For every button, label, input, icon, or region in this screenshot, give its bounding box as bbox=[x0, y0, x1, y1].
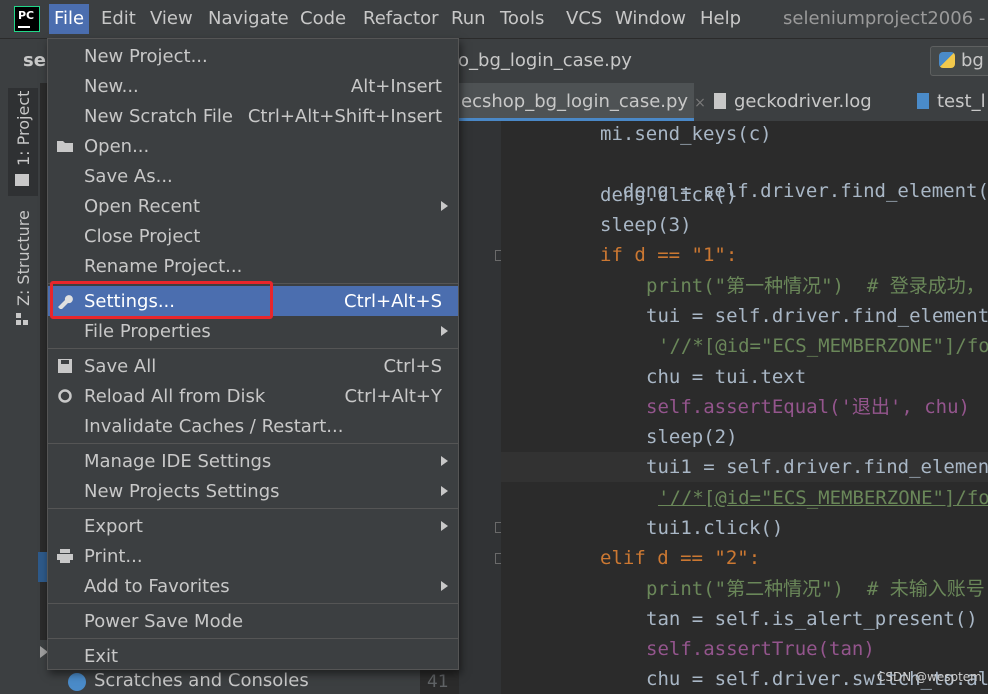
submenu-arrow-icon bbox=[441, 456, 448, 466]
submenu-arrow-icon bbox=[441, 201, 448, 211]
menu-navigate[interactable]: Navigate bbox=[208, 8, 289, 30]
menu-item-rename-project[interactable]: Rename Project... bbox=[48, 251, 458, 281]
menu-item-save-all[interactable]: Save All Ctrl+S bbox=[48, 351, 458, 381]
save-icon bbox=[58, 359, 72, 373]
tab-label: ecshop_bg_login_case.py bbox=[461, 91, 689, 112]
editor-gutter bbox=[459, 121, 501, 694]
menu-item-exit[interactable]: Exit bbox=[48, 641, 458, 671]
menu-refactor[interactable]: Refactor bbox=[363, 8, 439, 30]
watermark: CSDN @wesptem bbox=[877, 670, 982, 684]
python-file-icon bbox=[917, 93, 929, 109]
tab-geckodriver-log[interactable]: geckodriver.log bbox=[714, 83, 872, 121]
menu-file[interactable]: File bbox=[49, 4, 90, 34]
code-line: deng.click() bbox=[600, 184, 738, 206]
tool-window-structure-label[interactable]: Z: Structure bbox=[14, 210, 33, 306]
scratches-icon bbox=[68, 673, 86, 691]
close-icon[interactable]: × bbox=[694, 95, 706, 111]
menu-item-new-scratch-file[interactable]: New Scratch File Ctrl+Alt+Shift+Insert bbox=[48, 101, 458, 131]
main-menubar: PC File Edit View Navigate Code Refactor… bbox=[0, 0, 988, 39]
folder-icon bbox=[15, 174, 29, 186]
code-line: sleep(2) bbox=[646, 426, 738, 448]
tab-label: geckodriver.log bbox=[734, 91, 872, 112]
menu-item-new-project[interactable]: New Project... bbox=[48, 41, 458, 71]
menu-separator bbox=[48, 348, 458, 349]
menu-item-open-recent[interactable]: Open Recent bbox=[48, 191, 458, 221]
menu-window[interactable]: Window bbox=[615, 8, 686, 30]
file-menu-dropdown: New Project... New... Alt+Insert New Scr… bbox=[47, 38, 459, 670]
menu-item-reload-all[interactable]: Reload All from Disk Ctrl+Alt+Y bbox=[48, 381, 458, 411]
menu-item-new[interactable]: New... Alt+Insert bbox=[48, 71, 458, 101]
menu-code[interactable]: Code bbox=[300, 8, 346, 30]
code-line: tui1.click() bbox=[646, 517, 784, 539]
print-icon bbox=[57, 549, 73, 563]
menu-separator bbox=[48, 443, 458, 444]
code-line: tui = self.driver.find_element bbox=[646, 305, 988, 327]
menu-item-power-save-mode[interactable]: Power Save Mode bbox=[48, 606, 458, 636]
code-line: tui1 = self.driver.find_elemen bbox=[646, 456, 988, 478]
python-icon bbox=[939, 52, 955, 68]
structure-icon bbox=[16, 313, 28, 325]
menu-run[interactable]: Run bbox=[451, 8, 486, 30]
code-line: sleep(3) bbox=[600, 214, 692, 236]
code-line: chu = tui.text bbox=[646, 366, 807, 388]
menu-item-file-properties[interactable]: File Properties bbox=[48, 316, 458, 346]
code-line: '//*[@id="ECS_MEMBERZONE"]/fo bbox=[658, 335, 988, 357]
menu-help[interactable]: Help bbox=[700, 8, 741, 30]
editor-tab-bar: ecshop_bg_login_case.py × geckodriver.log… bbox=[459, 83, 988, 122]
code-line: '//*[@id="ECS_MEMBERZONE"]/fo bbox=[658, 487, 988, 509]
menu-item-open[interactable]: Open... bbox=[48, 131, 458, 161]
code-line: elif d == "2": bbox=[600, 547, 761, 569]
menu-vcs[interactable]: VCS bbox=[566, 8, 602, 30]
menu-separator bbox=[48, 638, 458, 639]
code-line: self.assertEqual('退出', chu) bbox=[646, 396, 970, 418]
log-file-icon bbox=[714, 93, 726, 109]
reload-icon bbox=[58, 389, 72, 403]
menu-tools[interactable]: Tools bbox=[500, 8, 544, 30]
menu-item-manage-ide-settings[interactable]: Manage IDE Settings bbox=[48, 446, 458, 476]
menu-view[interactable]: View bbox=[150, 8, 193, 30]
code-line: if d == "1": bbox=[600, 244, 738, 266]
submenu-arrow-icon bbox=[441, 326, 448, 336]
tab-test[interactable]: test_l bbox=[917, 83, 986, 121]
submenu-arrow-icon bbox=[441, 521, 448, 531]
tool-window-project-label[interactable]: 1: Project bbox=[14, 91, 33, 166]
menu-item-save-as[interactable]: Save As... bbox=[48, 161, 458, 191]
code-line: mi.send_keys(c) bbox=[600, 123, 772, 145]
submenu-arrow-icon bbox=[441, 581, 448, 591]
tab-label: test_l bbox=[937, 91, 986, 112]
menu-item-add-to-favorites[interactable]: Add to Favorites bbox=[48, 571, 458, 601]
code-line: print("第一种情况") # 登录成功， bbox=[646, 275, 985, 297]
menu-item-close-project[interactable]: Close Project bbox=[48, 221, 458, 251]
line-number: 41 bbox=[427, 672, 449, 692]
menu-separator bbox=[48, 603, 458, 604]
window-title: seleniumproject2006 - ec bbox=[783, 8, 988, 29]
pycharm-logo-icon: PC bbox=[14, 6, 40, 32]
tree-item-scratches[interactable]: Scratches and Consoles bbox=[94, 670, 309, 691]
menu-separator bbox=[48, 508, 458, 509]
menu-item-export[interactable]: Export bbox=[48, 511, 458, 541]
code-line: print("第二种情况") # 未输入账号 bbox=[646, 578, 985, 600]
breadcrumb-file[interactable]: o_bg_login_case.py bbox=[458, 50, 632, 71]
run-config-label: bg bbox=[961, 50, 984, 71]
settings-highlight-annotation bbox=[50, 281, 273, 319]
tab-ecshop-bg-login-case[interactable]: ecshop_bg_login_case.py × bbox=[459, 83, 706, 121]
menu-edit[interactable]: Edit bbox=[101, 8, 136, 30]
run-config-selector[interactable]: bg bbox=[930, 46, 988, 76]
menu-item-print[interactable]: Print... bbox=[48, 541, 458, 571]
code-line: tan = self.is_alert_present() bbox=[646, 608, 978, 630]
menu-item-invalidate-caches[interactable]: Invalidate Caches / Restart... bbox=[48, 411, 458, 441]
code-line: self.assertTrue(tan) bbox=[646, 638, 875, 660]
submenu-arrow-icon bbox=[441, 486, 448, 496]
folder-open-icon bbox=[57, 141, 73, 152]
menu-item-new-projects-settings[interactable]: New Projects Settings bbox=[48, 476, 458, 506]
